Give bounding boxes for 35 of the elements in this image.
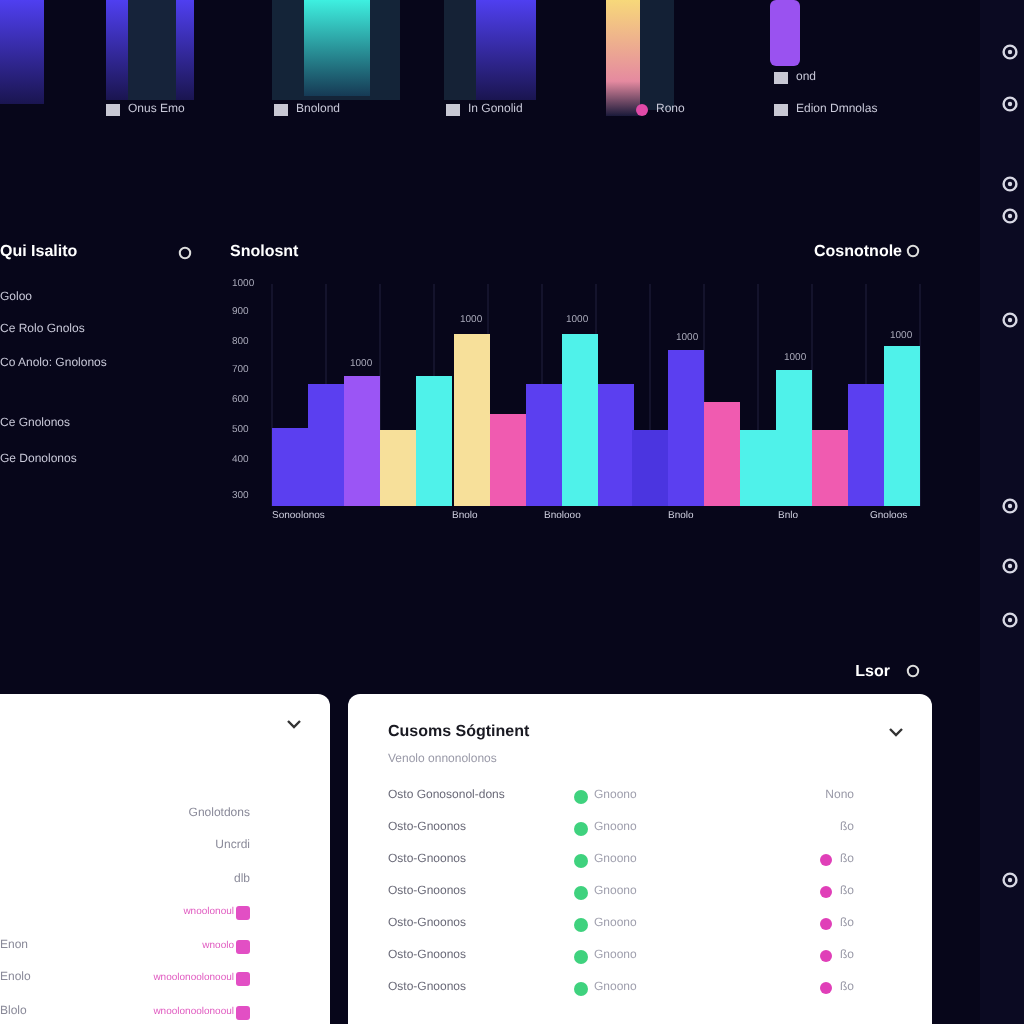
square-icon [236, 906, 250, 921]
square-icon [236, 1005, 250, 1020]
circle-icon[interactable] [906, 244, 920, 258]
square-icon [106, 104, 120, 116]
nav-icon[interactable] [1002, 44, 1018, 60]
nav-icon[interactable] [1002, 312, 1018, 328]
square-icon [274, 104, 288, 116]
square-icon [774, 72, 788, 84]
square-icon [236, 939, 250, 954]
nav-icon[interactable] [1002, 612, 1018, 628]
status-dot [574, 949, 588, 963]
status-dot [574, 789, 588, 803]
status-dot [574, 853, 588, 867]
status-dot [574, 917, 588, 931]
dot-icon [636, 104, 648, 116]
panel-title: Qui Isalito [0, 240, 78, 264]
nav-icon[interactable] [1002, 558, 1018, 574]
chart-title: Snolosnt [230, 240, 299, 264]
chevron-icon[interactable] [286, 718, 302, 730]
status-dot [574, 821, 588, 835]
section-label: Lsor [855, 659, 890, 683]
square-icon [236, 972, 250, 987]
card-title: Cusoms Sógtinent [388, 720, 530, 744]
circle-icon[interactable] [178, 245, 192, 259]
nav-icon[interactable] [1002, 498, 1018, 514]
legend-label: Cosnotnole [814, 240, 902, 264]
nav-icon[interactable] [1002, 872, 1018, 888]
chart-bar [526, 384, 562, 506]
square-icon [446, 104, 460, 116]
square-icon [774, 104, 788, 116]
status-dot [574, 981, 588, 995]
nav-icon[interactable] [1002, 96, 1018, 112]
chevron-icon[interactable] [888, 726, 904, 738]
circle-icon[interactable] [906, 664, 920, 678]
status-dot [574, 885, 588, 899]
